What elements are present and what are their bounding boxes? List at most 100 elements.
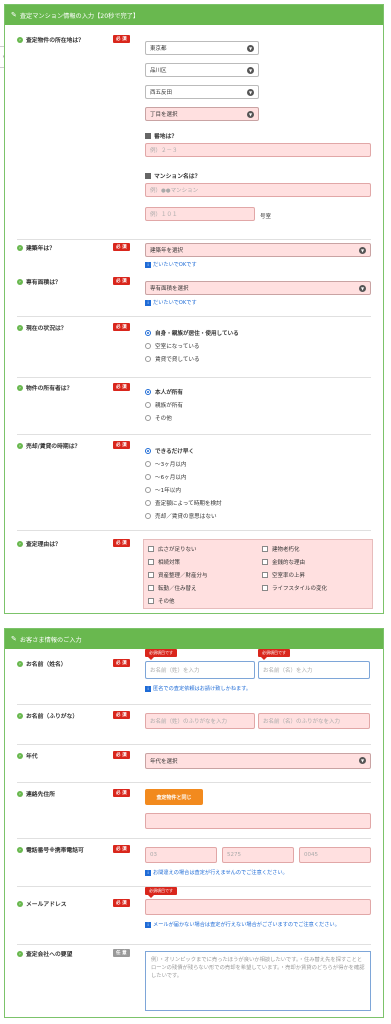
- location-label: › 査定物件の所在地は？: [17, 35, 84, 44]
- build-year-select[interactable]: 建築年を選択 ▼: [145, 243, 371, 257]
- reason-checkbox[interactable]: 空室率の上昇: [262, 571, 305, 579]
- reason-checkbox[interactable]: 転勤／住み替え: [148, 584, 197, 592]
- owner-option[interactable]: 本人が所有: [145, 388, 183, 396]
- arrow-dot-icon: ›: [17, 384, 23, 391]
- room-unit: 号室: [260, 214, 272, 220]
- first-name-kana-input[interactable]: お名前（名）のふりがなを入力: [258, 713, 370, 729]
- area-label: › 専有面積は？: [17, 277, 61, 286]
- last-name-input[interactable]: お名前（姓）を入力: [145, 661, 255, 679]
- reason-checkbox[interactable]: 広さが足りない: [148, 545, 197, 553]
- arrow-dot-icon: ›: [17, 712, 23, 719]
- timing-option[interactable]: ～1年以内: [145, 486, 181, 494]
- arrow-dot-icon: ›: [17, 244, 23, 251]
- city-select[interactable]: 品川区 ▼: [145, 63, 259, 77]
- mansion-input[interactable]: 例）●●マンション: [145, 183, 371, 197]
- info-icon: i: [145, 869, 151, 876]
- required-badge: 必 須: [113, 845, 130, 853]
- reason-checkbox[interactable]: 金銭的な理由: [262, 558, 305, 566]
- email-label: › メールアドレス: [17, 899, 67, 908]
- phone-input-1[interactable]: 03: [145, 847, 217, 863]
- reason-checkbox[interactable]: 相続対策: [148, 558, 180, 566]
- phone-hint: i お間違えの場合は査定が行えませんのでご注意ください。: [145, 869, 288, 876]
- arrow-dot-icon: ›: [17, 752, 23, 759]
- email-input[interactable]: [145, 899, 371, 915]
- arrow-dot-icon: ›: [17, 442, 23, 449]
- required-badge: 必 須: [113, 711, 130, 719]
- arrow-dot-icon: ›: [17, 540, 23, 547]
- town-select[interactable]: 西五反田 ▼: [145, 85, 259, 99]
- room-input[interactable]: 例）１０１: [145, 207, 255, 221]
- checkbox-icon: [145, 132, 151, 139]
- timing-option[interactable]: ～3ヶ月以内: [145, 460, 187, 468]
- age-row: › 年代 必 須 年代を選択 ▼: [17, 751, 371, 783]
- required-badge: 必 須: [113, 751, 130, 759]
- phone-label: › 電話番号※携帯電話可: [17, 845, 84, 854]
- required-badge: 必 須: [113, 323, 130, 331]
- phone-input-2[interactable]: 5275: [222, 847, 294, 863]
- required-badge: 必 須: [113, 789, 130, 797]
- status-option[interactable]: 賃貸で貸している: [145, 355, 200, 363]
- address-input[interactable]: [145, 813, 371, 829]
- name-row: › お名前（姓名） 必 須 必須項目です 必須項目です お名前（姓）を入力 お名前…: [17, 649, 371, 705]
- timing-option[interactable]: 売却／賃貸の意思はない: [145, 512, 217, 520]
- email-hint: i メールが届かない場合は査定が行えない場合がございますのでご注意ください。: [145, 921, 340, 928]
- same-as-property-button[interactable]: 査定物件と同じ: [145, 789, 203, 805]
- owner-row: › 物件の所有者は？ 必 須 本人が所有 親族が所有 その他: [17, 383, 371, 435]
- optional-badge: 任 意: [113, 949, 130, 957]
- required-badge: 必 須: [113, 659, 130, 667]
- area-select[interactable]: 専有面積を選択 ▼: [145, 281, 371, 295]
- required-badge: 必 須: [113, 35, 130, 43]
- reason-checkbox[interactable]: 資産整理／財産分与: [148, 571, 208, 579]
- arrow-dot-icon: ›: [17, 900, 23, 907]
- required-tooltip: 必須項目です: [145, 887, 177, 898]
- kana-label: › お名前（ふりがな）: [17, 711, 78, 720]
- chevron-down-icon: ▼: [247, 45, 254, 52]
- status-label: › 現在の状況は？: [17, 323, 67, 332]
- timing-option[interactable]: できるだけ早く: [145, 447, 194, 455]
- banchi-input[interactable]: 例）２－３: [145, 143, 371, 157]
- kana-row: › お名前（ふりがな） 必 須 お名前（姓）のふりがなを入力 お名前（名）のふりが…: [17, 711, 371, 745]
- reason-checkbox[interactable]: ライフスタイルの変化: [262, 584, 327, 592]
- status-option[interactable]: 空室になっている: [145, 342, 199, 350]
- address-label: › 連絡先住所: [17, 789, 55, 798]
- owner-option[interactable]: その他: [145, 414, 172, 422]
- chome-select[interactable]: 丁目を選択 ▼: [145, 107, 259, 121]
- phone-input-3[interactable]: 0045: [299, 847, 371, 863]
- customer-info-panel: ✎ お客さま情報のご入力 › お名前（姓名） 必 須 必須項目です 必須項目です …: [4, 628, 384, 1018]
- required-badge: 必 須: [113, 441, 130, 449]
- last-name-kana-input[interactable]: お名前（姓）のふりがなを入力: [145, 713, 255, 729]
- timing-option[interactable]: 査定額によって時期を検討: [145, 499, 222, 507]
- panel-header: ✎ 査定マンション情報の入力【20秒で完了】: [5, 5, 383, 25]
- email-row: › メールアドレス 必 須 必須項目です i メールが届かない場合は査定が行えない場…: [17, 887, 371, 945]
- timing-row: › 売却/賃貸の時期は？ 必 須 できるだけ早く ～3ヶ月以内 ～6ヶ月以内 ～1…: [17, 441, 371, 531]
- arrow-dot-icon: ›: [17, 278, 23, 285]
- reason-checkbox[interactable]: その他: [148, 597, 175, 605]
- required-badge: 必 須: [113, 243, 130, 251]
- location-row: › 査定物件の所在地は？ 必 須 東京都 ▼ 品川区 ▼ 西五反田 ▼ 丁目を選択 ▼ 番…: [17, 35, 371, 240]
- required-badge: 必 須: [113, 539, 130, 547]
- pencil-icon: ✎: [11, 635, 17, 643]
- phone-row: › 電話番号※携帯電話可 必 須 03 5275 0045 i お間違えの場合は査定…: [17, 845, 371, 887]
- first-name-input[interactable]: お名前（名）を入力: [258, 661, 370, 679]
- arrow-dot-icon: ›: [17, 846, 23, 853]
- panel-title: お客さま情報のご入力: [19, 636, 82, 644]
- address-row: › 連絡先住所 必 須 査定物件と同じ: [17, 789, 371, 839]
- required-badge: 必 須: [113, 383, 130, 391]
- status-option[interactable]: 自身・親族が居住・使用している: [145, 329, 239, 337]
- property-info-panel: ✎ 査定マンション情報の入力【20秒で完了】 › 査定物件の所在地は？ 必 須 東…: [4, 4, 384, 614]
- area-hint: i だいたいでOKです: [145, 299, 197, 306]
- request-textarea[interactable]: 例）・オリンピックまでに売ったほうが良いか相談したいです。・住み替え先を探すこと…: [145, 951, 371, 1011]
- reason-checkbox[interactable]: 建物老朽化: [262, 545, 300, 553]
- area-row: › 専有面積は？ 必 須 専有面積を選択 ▼ i だいたいでOKです: [17, 277, 371, 317]
- request-row: › 査定会社への要望 任 意 例）・オリンピックまでに売ったほうが良いか相談したい…: [17, 949, 371, 1015]
- chevron-down-icon: ▼: [247, 111, 254, 118]
- owner-option[interactable]: 親族が所有: [145, 401, 183, 409]
- age-select[interactable]: 年代を選択 ▼: [145, 753, 371, 769]
- panel-header: ✎ お客さま情報のご入力: [5, 629, 383, 649]
- timing-option[interactable]: ～6ヶ月以内: [145, 473, 187, 481]
- prefecture-select[interactable]: 東京都 ▼: [145, 41, 259, 55]
- banchi-label: 番地は？: [145, 131, 177, 140]
- info-icon: i: [145, 261, 151, 268]
- arrow-dot-icon: ›: [17, 790, 23, 797]
- request-label: › 査定会社への要望: [17, 949, 72, 958]
